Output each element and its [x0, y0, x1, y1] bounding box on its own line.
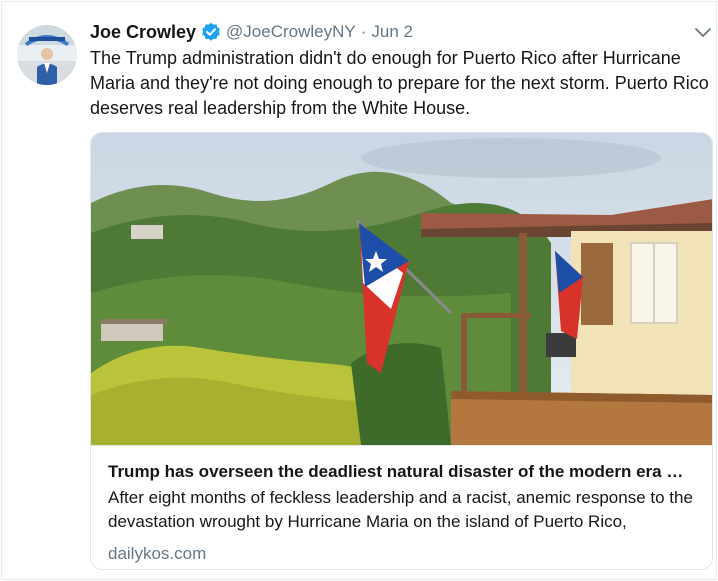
- card-image[interactable]: [91, 133, 712, 445]
- link-card[interactable]: Trump has overseen the deadliest natural…: [90, 132, 713, 570]
- tweet-container[interactable]: Joe Crowley @JoeCrowleyNY · Jun 2 The Tr…: [1, 1, 717, 580]
- card-description: After eight months of feckless leadershi…: [108, 488, 693, 531]
- author-handle[interactable]: @JoeCrowleyNY: [226, 22, 356, 42]
- tweet-header: Joe Crowley @JoeCrowleyNY · Jun 2: [90, 19, 413, 45]
- header-separator: ·: [360, 22, 367, 41]
- card-domain[interactable]: dailykos.com: [108, 543, 698, 565]
- card-body[interactable]: Trump has overseen the deadliest natural…: [91, 445, 712, 569]
- tweet-text: The Trump administration didn't do enoug…: [90, 48, 709, 118]
- chevron-down-icon[interactable]: [693, 25, 713, 41]
- author-name[interactable]: Joe Crowley: [90, 22, 196, 43]
- card-title[interactable]: Trump has overseen the deadliest natural…: [108, 460, 698, 484]
- verified-badge-icon: [201, 22, 221, 42]
- avatar[interactable]: [17, 25, 77, 85]
- tweet-timestamp[interactable]: Jun 2: [371, 22, 413, 42]
